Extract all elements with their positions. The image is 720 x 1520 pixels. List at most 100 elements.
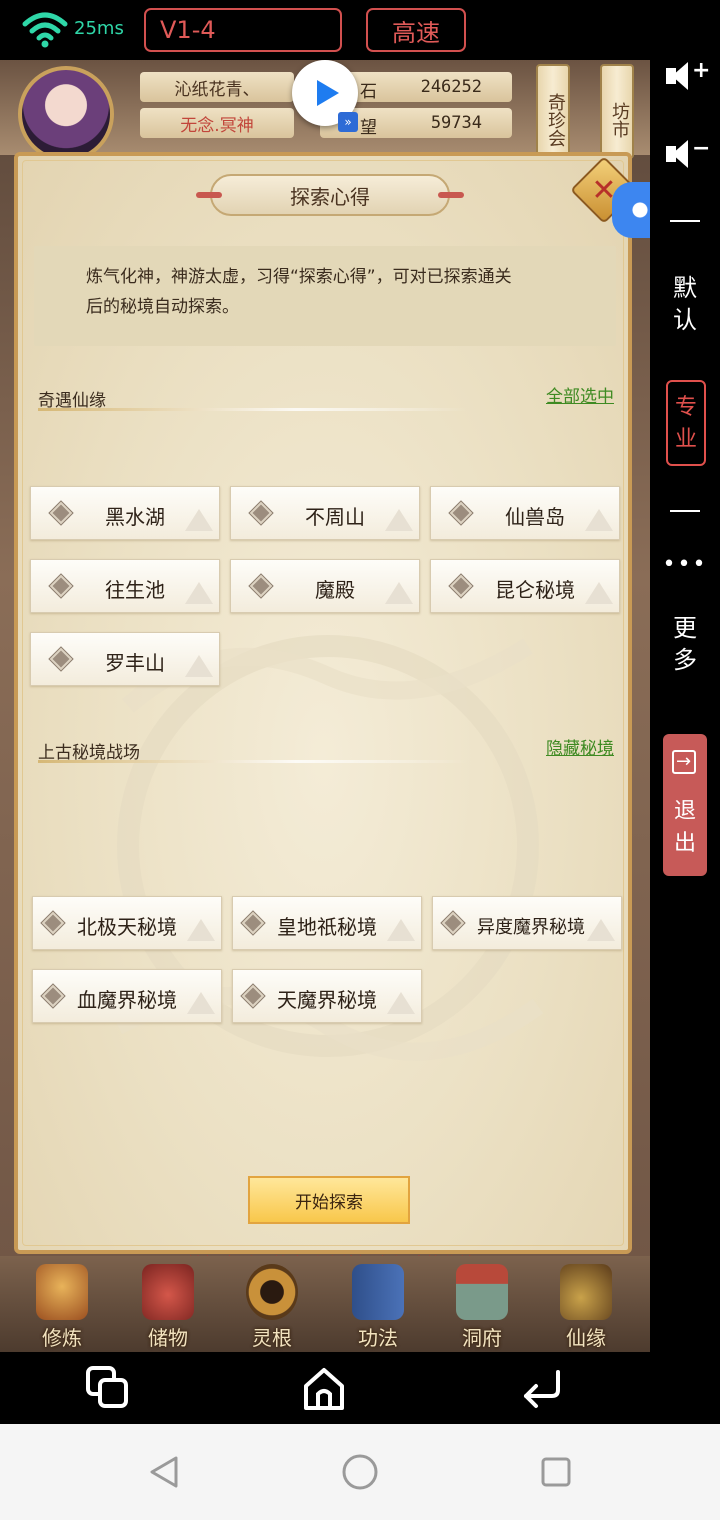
mountain-icon: [187, 919, 215, 941]
option-label: 皇地祇秘境: [277, 915, 377, 939]
option-label: 仙兽岛: [505, 505, 565, 529]
top-status-bar: 25ms V1-4 高速: [0, 0, 720, 60]
option-label: 昆仑秘境: [495, 578, 575, 602]
more-label: 更多: [673, 614, 697, 674]
menu-cultivate[interactable]: 修炼: [22, 1262, 102, 1350]
checkbox[interactable]: [41, 984, 65, 1008]
copy-icon[interactable]: [84, 1364, 132, 1412]
panel-description: 炼气化神，神游太虚，习得“探索心得”，可对已探索通关 后的秘境自动探索。: [34, 246, 616, 346]
checkbox[interactable]: [249, 501, 273, 525]
menu-label: 仙缘: [566, 1326, 606, 1350]
floating-helper-icon[interactable]: [612, 182, 650, 238]
section-divider: [38, 408, 468, 411]
option-wangshengchi[interactable]: 往生池: [30, 559, 220, 613]
mountain-icon: [385, 509, 413, 531]
option-label: 往生池: [105, 578, 165, 602]
option-label: 魔殿: [315, 578, 355, 602]
option-xianshoudao[interactable]: 仙兽岛: [430, 486, 620, 540]
menu-label: 修炼: [42, 1326, 82, 1350]
fast-forward-icon[interactable]: »: [338, 112, 358, 132]
back-arrow-icon[interactable]: [518, 1364, 566, 1412]
version-button[interactable]: V1-4: [144, 8, 342, 52]
menu-label: 灵根: [252, 1326, 292, 1350]
more-dots-icon[interactable]: •••: [650, 552, 720, 577]
option-huangdiqi[interactable]: 皇地祇秘境: [232, 896, 422, 950]
mountain-icon: [387, 992, 415, 1014]
stat-prestige-label: 望: [360, 118, 377, 138]
mountain-icon: [185, 582, 213, 604]
stat-stones-value: 246252: [420, 77, 482, 97]
start-explore-button[interactable]: 开始探索: [248, 1176, 410, 1224]
exit-button[interactable]: 退出: [663, 734, 707, 876]
volume-down-icon[interactable]: −: [666, 136, 710, 170]
system-recents-icon[interactable]: [538, 1454, 574, 1490]
menu-spirit-root[interactable]: 灵根: [232, 1262, 312, 1350]
checkbox[interactable]: [449, 574, 473, 598]
option-label: 黑水湖: [105, 505, 165, 529]
menu-techniques[interactable]: 功法: [338, 1262, 418, 1350]
speed-button[interactable]: 高速: [366, 8, 466, 52]
option-luofengshan[interactable]: 罗丰山: [30, 632, 220, 686]
checkbox[interactable]: [49, 647, 73, 671]
menu-label: 储物: [148, 1326, 188, 1350]
menu-cave-dwelling[interactable]: 洞府: [442, 1262, 522, 1350]
checkbox[interactable]: [249, 574, 273, 598]
option-xuemojie[interactable]: 血魔界秘境: [32, 969, 222, 1023]
menu-label: 功法: [358, 1326, 398, 1350]
pro-mode-label: 专业: [674, 395, 697, 452]
system-back-icon[interactable]: [146, 1454, 182, 1490]
default-mode-button[interactable]: 默认: [650, 272, 720, 336]
checkbox[interactable]: [49, 574, 73, 598]
option-buzhoushan[interactable]: 不周山: [230, 486, 420, 540]
mountain-icon: [187, 992, 215, 1014]
option-heishuihu[interactable]: 黑水湖: [30, 486, 220, 540]
checkbox[interactable]: [241, 911, 265, 935]
exit-icon: [672, 746, 696, 778]
avatar[interactable]: [18, 66, 114, 162]
option-label: 罗丰山: [105, 651, 165, 675]
option-kunlun[interactable]: 昆仑秘境: [430, 559, 620, 613]
home-icon[interactable]: [300, 1364, 348, 1412]
bottom-menu: 修炼 储物 灵根 功法 洞府 仙缘: [0, 1256, 650, 1352]
volume-up-icon[interactable]: +: [666, 58, 710, 92]
option-beijitian[interactable]: 北极天秘境: [32, 896, 222, 950]
system-home-icon[interactable]: [340, 1452, 380, 1492]
pouch-icon: [142, 1264, 194, 1320]
divider: [670, 220, 700, 222]
option-label: 不周山: [305, 505, 365, 529]
divider: [670, 510, 700, 512]
mountain-icon: [185, 655, 213, 677]
select-all-link[interactable]: 全部选中: [546, 382, 614, 407]
player-name: 沁纸花青、: [140, 72, 294, 102]
mountain-icon: [387, 919, 415, 941]
meditating-figure-icon: [36, 1264, 88, 1320]
option-label: 异度魔界秘境: [477, 917, 585, 938]
player-title: 无念.冥神: [140, 108, 294, 138]
pro-mode-button[interactable]: 专业: [666, 380, 706, 466]
menu-storage[interactable]: 储物: [128, 1262, 208, 1350]
checkbox[interactable]: [449, 501, 473, 525]
description-line-2: 后的秘境自动探索。: [86, 297, 239, 317]
checkbox[interactable]: [49, 501, 73, 525]
market-tag[interactable]: 坊市: [600, 64, 634, 159]
mountain-icon: [185, 509, 213, 531]
hidden-realms-link[interactable]: 隐藏秘境: [546, 734, 614, 759]
treasure-pavilion-tag[interactable]: 奇珍会: [536, 64, 570, 159]
game-viewport: 沁纸花青、 无念.冥神 石 246252 望 59734 奇珍会 坊市 » 探索…: [0, 60, 650, 1352]
mountain-icon: [585, 509, 613, 531]
option-modian[interactable]: 魔殿: [230, 559, 420, 613]
menu-fate[interactable]: 仙缘: [546, 1262, 626, 1350]
exit-label: 退出: [673, 799, 696, 856]
menu-label: 洞府: [462, 1326, 502, 1350]
right-toolbar: + − 默认 专业 ••• 更多 退出: [650, 58, 720, 1352]
more-button[interactable]: 更多: [650, 612, 720, 676]
checkbox[interactable]: [441, 911, 465, 935]
app-nav-bar: [0, 1352, 720, 1424]
option-label: 天魔界秘境: [277, 988, 377, 1012]
option-yidumojie[interactable]: 异度魔界秘境: [432, 896, 622, 950]
book-icon: [352, 1264, 404, 1320]
option-tianmojie[interactable]: 天魔界秘境: [232, 969, 422, 1023]
checkbox[interactable]: [241, 984, 265, 1008]
checkbox[interactable]: [41, 911, 65, 935]
option-label: 血魔界秘境: [77, 988, 177, 1012]
